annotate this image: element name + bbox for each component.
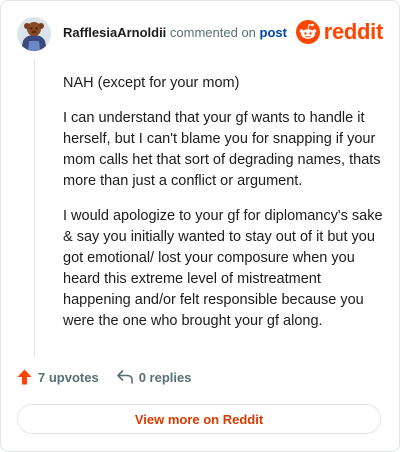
embedded-comment-card: RafflesiaArnoldii commented on post redd…	[0, 0, 400, 452]
comment-body: NAH (except for your mom) I can understa…	[63, 73, 385, 346]
reddit-snoo-icon	[295, 20, 320, 44]
thread-line	[34, 59, 35, 357]
comment-header: RafflesiaArnoldii commented on post	[63, 25, 287, 40]
upvote-count: 7 upvotes	[38, 369, 99, 385]
reply-button[interactable]: 0 replies	[116, 369, 192, 385]
post-link[interactable]: post	[260, 25, 287, 40]
username-link[interactable]: RafflesiaArnoldii	[63, 25, 166, 40]
avatar-image	[17, 17, 51, 51]
reply-count: 0 replies	[138, 369, 192, 385]
avatar[interactable]	[17, 17, 51, 51]
reply-arrow-icon	[116, 370, 133, 384]
comment-actions: 7 upvotes 0 replies	[17, 369, 191, 385]
reddit-wordmark: reddit	[323, 19, 384, 44]
commented-on-label: commented on	[169, 25, 256, 40]
comment-paragraph: I can understand that your gf wants to h…	[63, 110, 381, 189]
reddit-logo[interactable]: reddit	[295, 19, 384, 45]
view-more-button[interactable]: View more on Reddit	[17, 404, 381, 434]
upvote-arrow-icon	[17, 369, 32, 385]
comment-paragraph: NAH (except for your mom)	[63, 75, 240, 91]
comment-paragraph: I would apologize to your gf for diploma…	[63, 208, 383, 329]
upvote-button[interactable]: 7 upvotes	[17, 369, 99, 385]
